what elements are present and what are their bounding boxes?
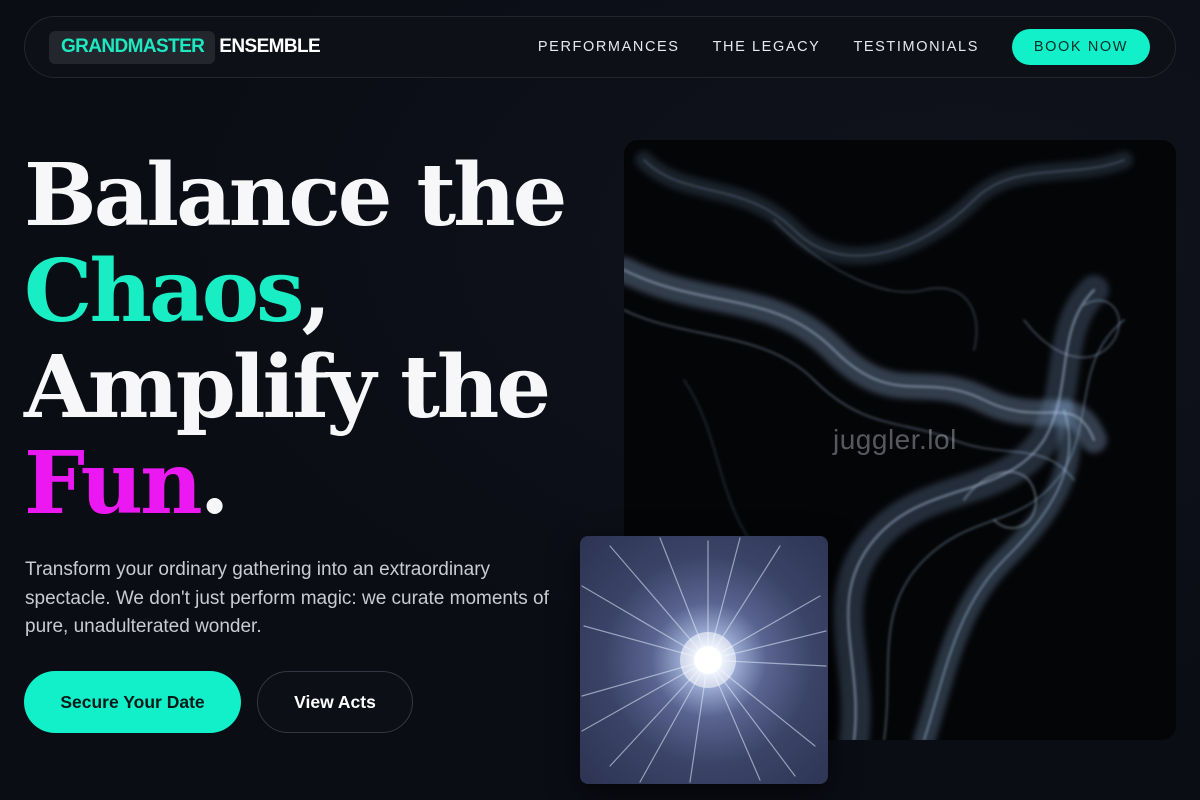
headline-line-3: Amplify the xyxy=(24,337,551,438)
starburst-illustration xyxy=(581,537,827,783)
secure-your-date-button[interactable]: Secure Your Date xyxy=(24,671,241,733)
headline-line-2: Chaos, xyxy=(24,244,604,340)
nav-link-testimonials[interactable]: TESTIMONIALS xyxy=(853,39,979,55)
headline-accent-chaos: Chaos xyxy=(24,241,304,342)
nav-link-the-legacy[interactable]: THE LEGACY xyxy=(713,39,821,55)
hero-headline: Balance the Chaos, Amplify the Fun. xyxy=(24,148,604,532)
headline-accent-fun: Fun xyxy=(24,433,203,534)
view-acts-button[interactable]: View Acts xyxy=(257,671,413,733)
headline-comma: , xyxy=(301,241,331,342)
starburst-image xyxy=(580,536,828,784)
headline-line-1: Balance the xyxy=(24,145,567,246)
headline-period: . xyxy=(199,433,230,534)
top-nav: GRANDMASTER ENSEMBLE PERFORMANCES THE LE… xyxy=(24,16,1176,78)
brand-name: ENSEMBLE xyxy=(219,36,321,57)
watermark-text: juggler.lol xyxy=(833,424,957,455)
brand-highlight: GRANDMASTER xyxy=(49,30,216,64)
book-now-button[interactable]: BOOK NOW xyxy=(1012,29,1150,65)
nav-links: PERFORMANCES THE LEGACY TESTIMONIALS BOO… xyxy=(538,29,1151,65)
brand-logo[interactable]: GRANDMASTER ENSEMBLE xyxy=(49,30,321,64)
nav-link-performances[interactable]: PERFORMANCES xyxy=(538,39,680,55)
headline-line-4: Fun. xyxy=(24,436,604,532)
page: GRANDMASTER ENSEMBLE PERFORMANCES THE LE… xyxy=(0,0,1200,800)
hero-lead-text: Transform your ordinary gathering into a… xyxy=(25,559,549,637)
